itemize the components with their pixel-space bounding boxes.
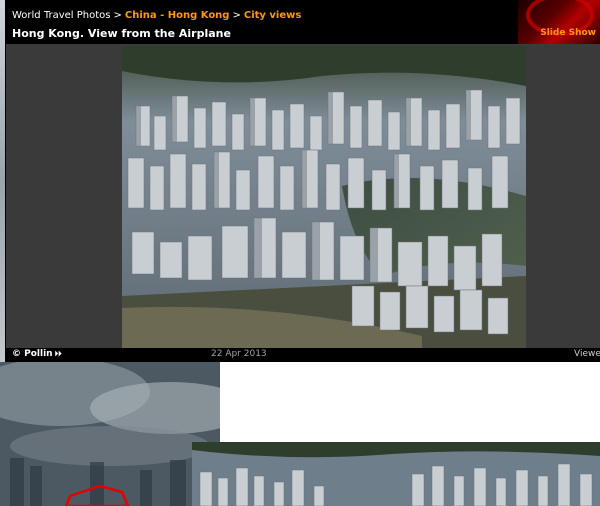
foggy-city-image [0, 362, 220, 506]
author-name: © Pollin [12, 349, 53, 359]
photo-date: 22 Apr 2013 [211, 349, 267, 359]
main-photo[interactable] [122, 46, 526, 348]
author-link[interactable]: © Pollin ⏵⏵ [12, 349, 62, 359]
breadcrumb-category-link[interactable]: City views [244, 10, 301, 21]
city-aerial-thumbnail [192, 442, 600, 506]
photo-viewer: World Travel Photos > China - Hong Kong > Ci… [0, 0, 600, 362]
breadcrumb-root-link[interactable]: World Travel Photos [12, 10, 110, 21]
slideshow-label: Slide Show [540, 28, 596, 38]
breadcrumb-separator: > [113, 10, 122, 21]
breadcrumb-separator: > [232, 10, 241, 21]
city-aerial-image [122, 46, 526, 348]
photo-footer: © Pollin ⏵⏵ 22 Apr 2013 Viewe [0, 348, 600, 362]
page-title: Hong Kong. View from the Airplane [12, 27, 231, 40]
author-arrows-icon: ⏵⏵ [54, 350, 62, 358]
breadcrumb: World Travel Photos > China - Hong Kong > Ci… [12, 10, 301, 21]
breadcrumb-country-link[interactable]: China - Hong Kong [125, 10, 230, 21]
viewed-count-label: Viewe [574, 349, 600, 359]
background-window-edge [0, 0, 5, 362]
viewer-header: World Travel Photos > China - Hong Kong > Ci… [0, 0, 600, 44]
background-photo-left [0, 362, 220, 506]
slideshow-button[interactable]: Slide Show [518, 0, 600, 44]
background-photo-right [192, 442, 600, 506]
